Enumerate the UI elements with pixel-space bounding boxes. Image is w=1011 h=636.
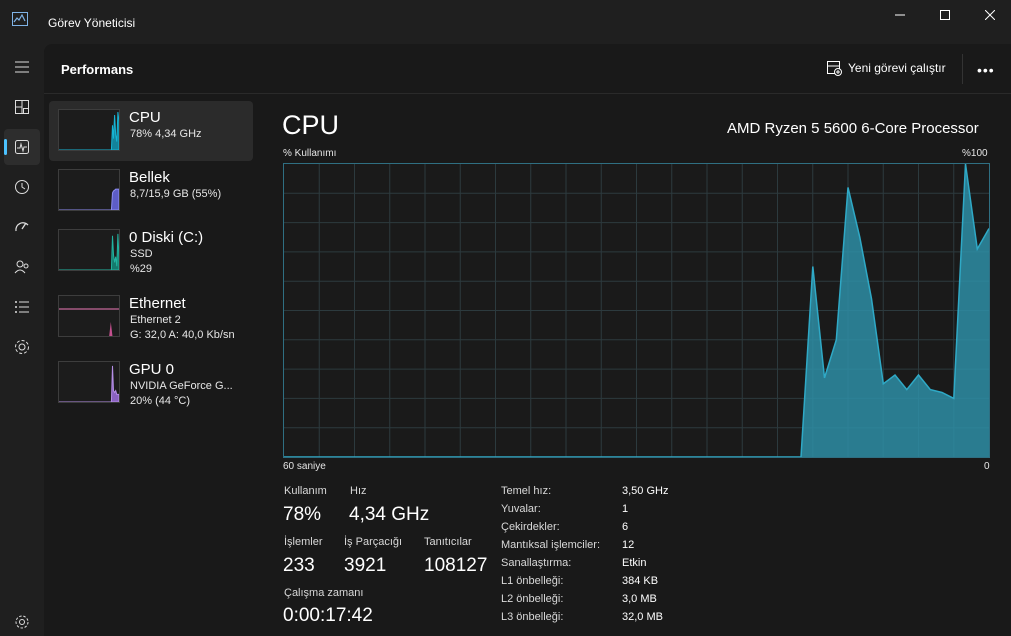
more-options-button[interactable]: ••• [977, 62, 995, 78]
main-panel: Performans Yeni görevi çalıştır ••• CPU … [44, 44, 1011, 636]
handles-value: 108127 [424, 555, 488, 576]
performance-icon[interactable] [4, 129, 40, 165]
left-nav [0, 44, 44, 636]
app-history-icon[interactable] [4, 169, 40, 205]
title-bar: Görev Yöneticisi [0, 0, 1011, 44]
spec-value: 3,50 GHz [622, 485, 669, 497]
spec-value: 32,0 MB [622, 611, 663, 623]
uptime-label: Çalışma zamanı [284, 587, 364, 599]
window-title: Görev Yöneticisi [48, 16, 136, 30]
list-item-sub2: G: 32,0 A: 40,0 Kb/sn [130, 329, 235, 341]
spec-value: 6 [622, 521, 629, 533]
sparkline-area [59, 111, 119, 150]
processes-icon[interactable] [4, 89, 40, 125]
spec-value: 384 KB [622, 575, 659, 587]
list-item-disk[interactable]: 0 Diski (C:) SSD %29 [49, 221, 253, 281]
y-axis-label: % Kullanımı [283, 148, 337, 159]
list-item-sub: 8,7/15,9 GB (55%) [130, 188, 222, 200]
threads-value: 3921 [344, 555, 387, 576]
list-item-sub: 78% 4,34 GHz [130, 128, 202, 140]
list-item-sub2: 20% (44 °C) [130, 395, 191, 407]
details-icon[interactable] [4, 289, 40, 325]
speed-label: Hız [350, 485, 367, 497]
list-item-gpu[interactable]: GPU 0 NVIDIA GeForce G... 20% (44 °C) [49, 353, 253, 413]
cpu-usage-chart [283, 163, 990, 458]
x-axis-min: 0 [984, 461, 990, 472]
menu-icon[interactable] [4, 49, 40, 85]
list-item-title: Ethernet [129, 295, 186, 312]
usage-value: 78% [283, 504, 322, 525]
handles-label: Tanıtıcılar [424, 536, 472, 548]
spec-label: Temel hız: [501, 485, 552, 497]
detail-title: CPU [282, 110, 340, 140]
task-manager-icon [12, 12, 28, 26]
spec-value: 12 [622, 539, 635, 551]
usage-label: Kullanım [284, 485, 327, 497]
list-item-memory[interactable]: Bellek 8,7/15,9 GB (55%) [49, 161, 253, 221]
run-new-task-button[interactable]: Yeni görevi çalıştır [826, 60, 946, 76]
list-item-title: Bellek [129, 169, 170, 186]
processor-name: AMD Ryzen 5 5600 6-Core Processor [727, 120, 979, 137]
run-task-icon [827, 61, 842, 76]
list-item-sub: SSD [130, 248, 153, 260]
run-task-label: Yeni görevi çalıştır [848, 61, 946, 75]
list-item-sub: Ethernet 2 [130, 314, 181, 326]
speed-value: 4,34 GHz [349, 504, 430, 525]
memory-thumbnail [58, 169, 120, 211]
spec-value: 1 [622, 503, 629, 515]
spec-label: Yuvalar: [501, 503, 541, 515]
minimize-button[interactable] [877, 0, 923, 30]
list-item-cpu[interactable]: CPU 78% 4,34 GHz [49, 101, 253, 161]
spec-label: Çekirdekler: [501, 521, 560, 533]
spec-label: Mantıksal işlemciler: [501, 539, 601, 551]
x-axis-label: 60 saniye [283, 461, 326, 472]
settings-icon[interactable] [4, 604, 40, 636]
active-indicator [4, 139, 7, 155]
processes-label: İşlemler [284, 536, 323, 548]
maximize-button[interactable] [922, 0, 968, 30]
page-title: Performans [61, 62, 134, 77]
list-item-title: 0 Diski (C:) [129, 229, 204, 246]
y-axis-max: %100 [962, 148, 988, 159]
sparkline-area [59, 233, 119, 270]
users-icon[interactable] [4, 249, 40, 285]
startup-apps-icon[interactable] [4, 209, 40, 245]
header-separator [962, 54, 963, 84]
processes-value: 233 [283, 555, 315, 576]
list-item-sub: NVIDIA GeForce G... [130, 380, 233, 392]
threads-label: İş Parçacığı [344, 536, 403, 548]
services-icon[interactable] [4, 329, 40, 365]
spec-value: 3,0 MB [622, 593, 657, 605]
spec-label: L1 önbelleği: [501, 575, 564, 587]
close-button[interactable] [967, 0, 1011, 30]
spec-value: Etkin [622, 557, 647, 569]
cpu-thumbnail [58, 109, 120, 151]
spec-label: L3 önbelleği: [501, 611, 564, 623]
list-item-ethernet[interactable]: Ethernet Ethernet 2 G: 32,0 A: 40,0 Kb/s… [49, 287, 253, 347]
sparkline-area [109, 322, 113, 336]
list-item-title: GPU 0 [129, 361, 175, 378]
disk-thumbnail [58, 229, 120, 271]
list-item-sub2: %29 [130, 263, 153, 275]
ethernet-thumbnail [58, 295, 120, 337]
spec-label: Sanallaştırma: [501, 557, 572, 569]
uptime-value: 0:00:17:42 [283, 605, 373, 626]
header: Performans Yeni görevi çalıştır ••• [44, 44, 1011, 94]
sparkline-area [59, 365, 119, 402]
sparkline-area [59, 188, 119, 210]
spec-label: L2 önbelleği: [501, 593, 564, 605]
list-item-title: CPU [129, 109, 161, 126]
gpu-thumbnail [58, 361, 120, 403]
chart-svg [284, 163, 990, 458]
